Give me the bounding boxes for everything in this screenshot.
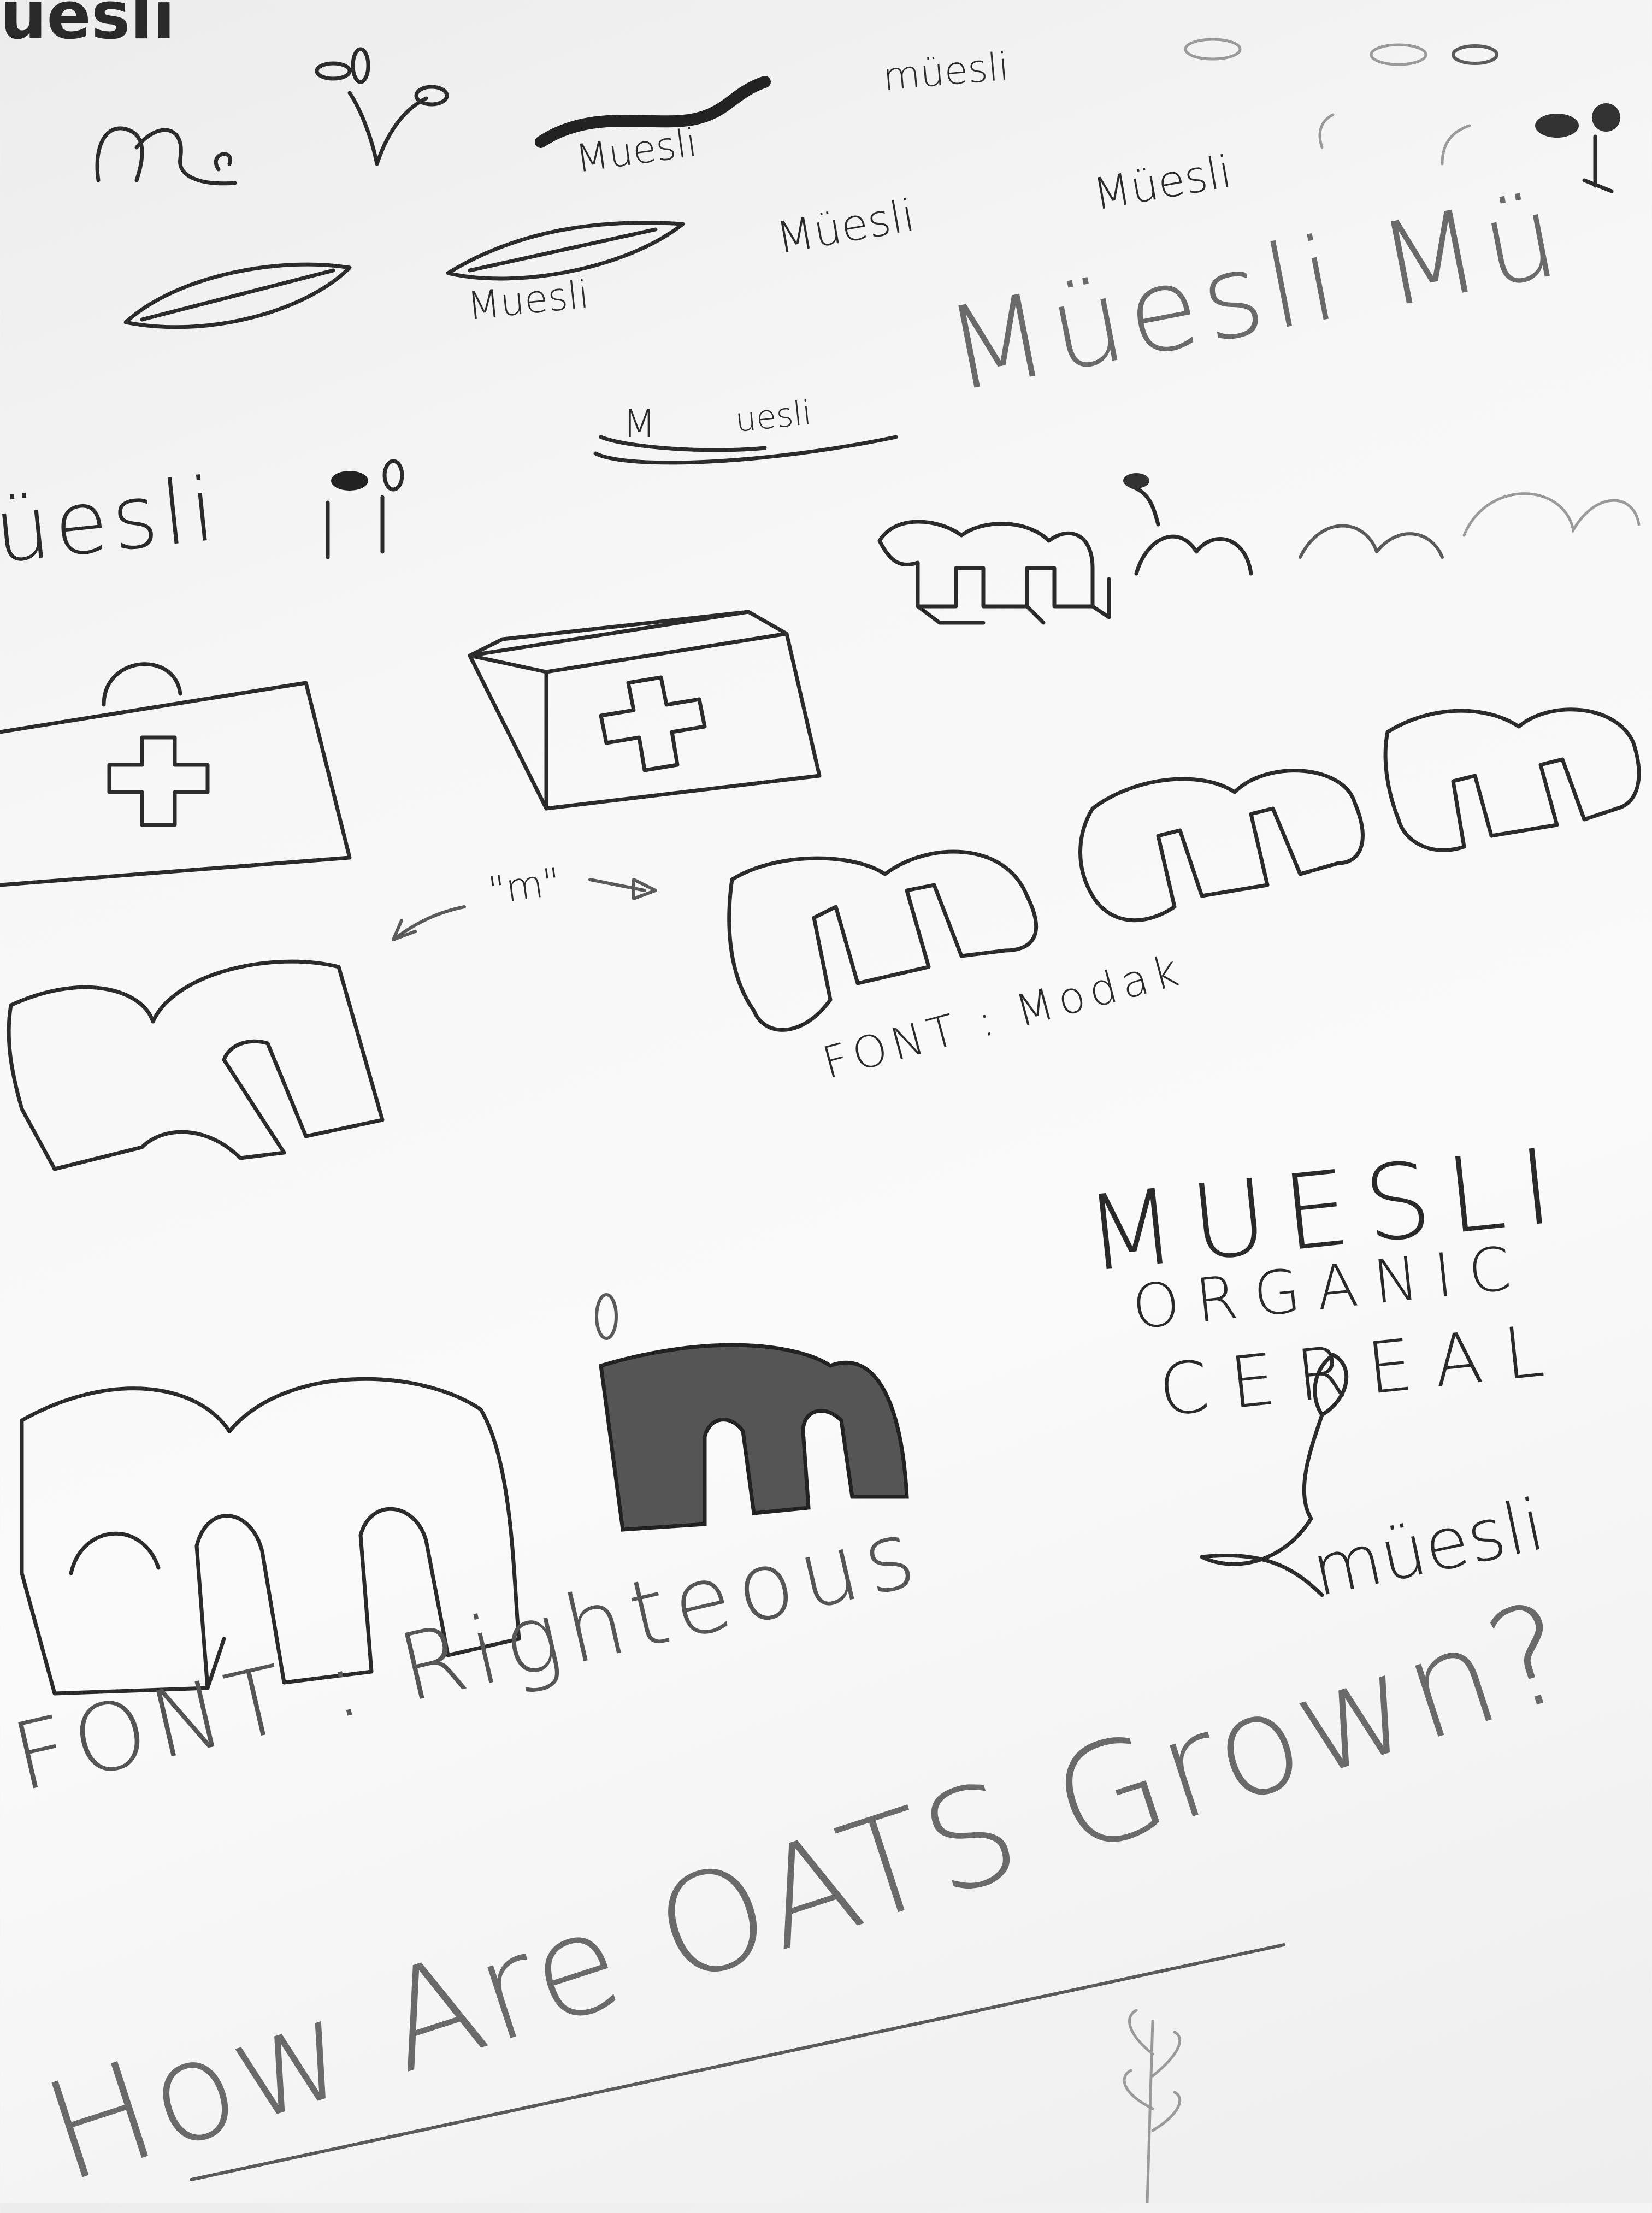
3d-m-logo-sketch — [877, 520, 1111, 625]
first-aid-kit-sketch-right — [468, 610, 822, 811]
ii-sprout-sketch — [326, 459, 404, 559]
leaf-logo-sketches — [123, 221, 685, 329]
big-m-logo-sketch-left — [7, 959, 385, 1171]
m-sprout-logo-sketch — [95, 126, 237, 186]
sprout-m-sketches — [1123, 473, 1641, 576]
seed-icons-row — [1184, 38, 1620, 193]
wordmark-uesli-box: uesli — [733, 393, 813, 440]
wordmark-uesli-top: uesli — [0, 0, 175, 54]
righteous-m-shaded — [595, 1293, 909, 1532]
sprout-icon — [315, 47, 449, 166]
first-aid-kit-sketch-left — [0, 662, 352, 887]
wordmark-m-box: M — [623, 402, 656, 446]
oat-plant-sketch — [1123, 2009, 1181, 2203]
